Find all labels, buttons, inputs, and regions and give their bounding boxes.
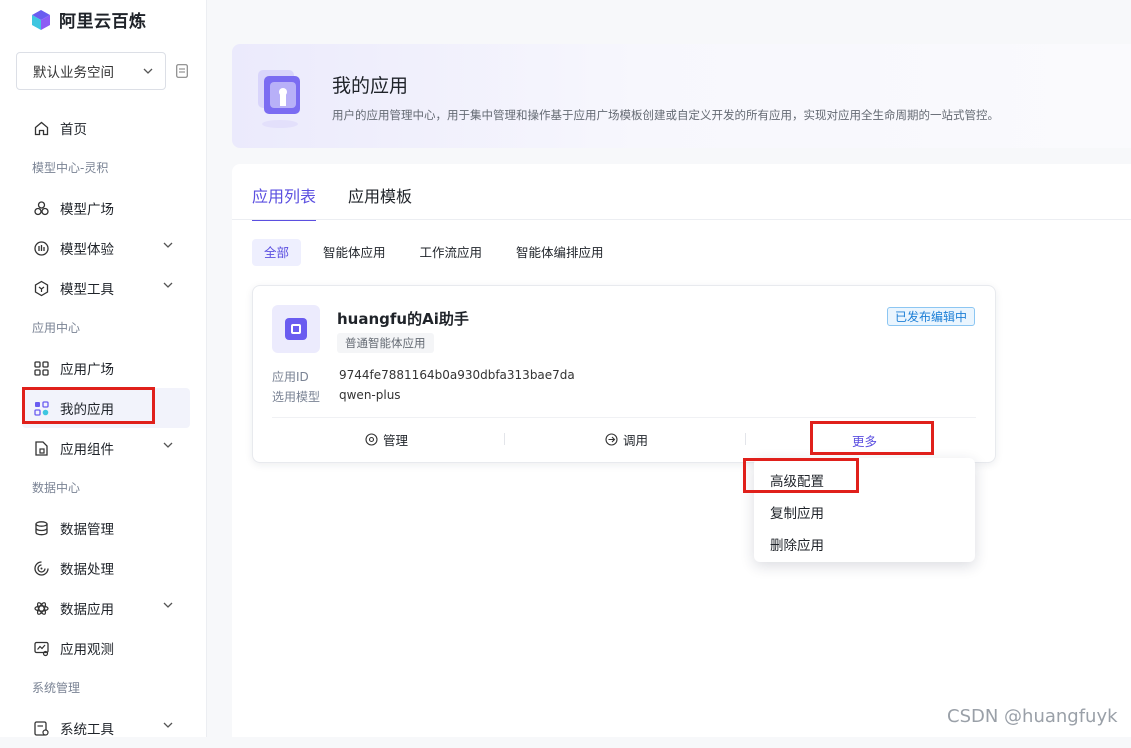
status-badge: 已发布编辑中 bbox=[887, 307, 976, 326]
menu-item-advanced-config[interactable]: 高级配置 bbox=[770, 470, 824, 490]
chevron-down-icon bbox=[163, 442, 173, 448]
nav-label: 我的应用 bbox=[60, 402, 114, 418]
card-divider bbox=[272, 417, 976, 418]
model-square-icon bbox=[34, 200, 49, 215]
chevron-down-icon bbox=[143, 68, 153, 74]
nav-section-app: 应用中心 bbox=[32, 321, 81, 335]
tab-app-templates[interactable]: 应用模板 bbox=[348, 183, 412, 221]
model-experience-icon bbox=[34, 240, 49, 256]
nav-section-model: 模型中心-灵积 bbox=[32, 161, 109, 175]
settings-circle-icon bbox=[365, 433, 378, 446]
nav-item-home[interactable]: 首页 bbox=[0, 108, 207, 148]
manage-label: 管理 bbox=[383, 433, 409, 448]
app-type-tag: 普通智能体应用 bbox=[337, 333, 434, 353]
my-apps-icon bbox=[34, 400, 49, 416]
nav-label: 数据应用 bbox=[60, 602, 114, 618]
app-name[interactable]: huangfu的Ai助手 bbox=[337, 308, 469, 329]
page-description: 用户的应用管理中心，用于集中管理和操作基于应用广场模板创建或自定义开发的所有应用… bbox=[332, 108, 999, 122]
app-id-label: 应用ID bbox=[272, 370, 309, 384]
monitor-chart-icon bbox=[34, 641, 49, 656]
filter-agent-apps[interactable]: 智能体应用 bbox=[311, 239, 398, 266]
sidebar-nav: 首页 模型中心-灵积 模型广场 模型体验 模型工具 应用中心 应用广场 我的应用 bbox=[0, 108, 207, 748]
action-divider bbox=[504, 433, 505, 445]
chevron-down-icon bbox=[163, 242, 173, 248]
tab-app-list[interactable]: 应用列表 bbox=[252, 183, 317, 221]
manage-button[interactable]: 管理 bbox=[365, 430, 408, 449]
nav-label: 模型体验 bbox=[60, 242, 114, 258]
model-label: 选用模型 bbox=[272, 390, 321, 404]
app-avatar-icon bbox=[272, 305, 320, 353]
nav-item-data-manage[interactable]: 数据管理 bbox=[0, 508, 207, 548]
filter-bar: 全部 智能体应用 工作流应用 智能体编排应用 bbox=[252, 239, 626, 266]
model-tools-icon bbox=[34, 280, 49, 296]
action-divider bbox=[745, 433, 746, 445]
nav-label: 模型广场 bbox=[60, 202, 114, 218]
watermark: CSDN @huangfuyk bbox=[947, 706, 1118, 727]
chevron-down-icon bbox=[163, 722, 173, 728]
nav-item-model-tools[interactable]: 模型工具 bbox=[0, 268, 207, 308]
arrow-right-circle-icon bbox=[605, 433, 618, 446]
model-value: qwen-plus bbox=[339, 388, 401, 402]
filter-workflow-apps[interactable]: 工作流应用 bbox=[408, 239, 495, 266]
nav-label: 数据管理 bbox=[60, 522, 114, 538]
page-title: 我的应用 bbox=[332, 75, 409, 97]
menu-item-copy-app[interactable]: 复制应用 bbox=[770, 502, 824, 522]
app-square-icon bbox=[34, 360, 49, 376]
tabs: 应用列表 应用模板 bbox=[252, 183, 444, 221]
nav-item-my-apps[interactable]: 我的应用 bbox=[22, 388, 190, 428]
nav-label: 应用观测 bbox=[60, 642, 114, 658]
database-icon bbox=[35, 520, 48, 535]
nav-label: 模型工具 bbox=[60, 282, 114, 298]
home-icon bbox=[34, 121, 49, 135]
nav-item-app-square[interactable]: 应用广场 bbox=[0, 348, 207, 388]
tab-divider bbox=[232, 219, 1131, 220]
nav-label: 系统工具 bbox=[60, 722, 114, 738]
bailian-logo-icon bbox=[32, 9, 50, 30]
atom-icon bbox=[34, 601, 49, 615]
brand-logo[interactable]: 阿里云百炼 bbox=[30, 7, 147, 32]
system-tools-icon bbox=[34, 720, 49, 736]
nav-item-app-components[interactable]: 应用组件 bbox=[0, 428, 207, 468]
filter-orchestration-apps[interactable]: 智能体编排应用 bbox=[504, 239, 616, 266]
nav-label: 应用广场 bbox=[60, 362, 114, 378]
invoke-button[interactable]: 调用 bbox=[605, 430, 648, 449]
menu-item-delete-app[interactable]: 删除应用 bbox=[770, 534, 824, 554]
nav-item-model-experience[interactable]: 模型体验 bbox=[0, 228, 207, 268]
nav-label: 应用组件 bbox=[60, 442, 114, 458]
chevron-down-icon bbox=[163, 602, 173, 608]
nav-item-app-observe[interactable]: 应用观测 bbox=[0, 628, 207, 668]
nav-section-data: 数据中心 bbox=[32, 481, 81, 495]
nav-label: 数据处理 bbox=[60, 562, 114, 578]
invoke-label: 调用 bbox=[623, 433, 649, 448]
filter-all[interactable]: 全部 bbox=[252, 239, 302, 266]
my-apps-illustration-icon bbox=[258, 70, 300, 128]
app-components-icon bbox=[35, 440, 48, 456]
nav-section-system: 系统管理 bbox=[32, 681, 81, 695]
workspace-select[interactable]: 默认业务空间 bbox=[16, 52, 166, 90]
nav-item-data-process[interactable]: 数据处理 bbox=[0, 548, 207, 588]
nav-item-model-square[interactable]: 模型广场 bbox=[0, 188, 207, 228]
nav-label: 首页 bbox=[60, 122, 87, 138]
data-process-icon bbox=[34, 560, 49, 576]
more-button[interactable]: 更多 bbox=[852, 431, 877, 450]
document-icon[interactable] bbox=[176, 64, 188, 78]
workspace-select-value: 默认业务空间 bbox=[33, 65, 114, 81]
nav-item-data-apps[interactable]: 数据应用 bbox=[0, 588, 207, 628]
nav-item-system-tools[interactable]: 系统工具 bbox=[0, 708, 207, 748]
chevron-down-icon bbox=[163, 282, 173, 288]
sidebar: 阿里云百炼 默认业务空间 首页 模型中心-灵积 模型广场 模型体验 模型工具 应… bbox=[0, 0, 207, 738]
brand-name: 阿里云百炼 bbox=[59, 12, 147, 32]
app-id-value: 9744fe7881164b0a930dbfa313bae7da bbox=[339, 368, 575, 382]
